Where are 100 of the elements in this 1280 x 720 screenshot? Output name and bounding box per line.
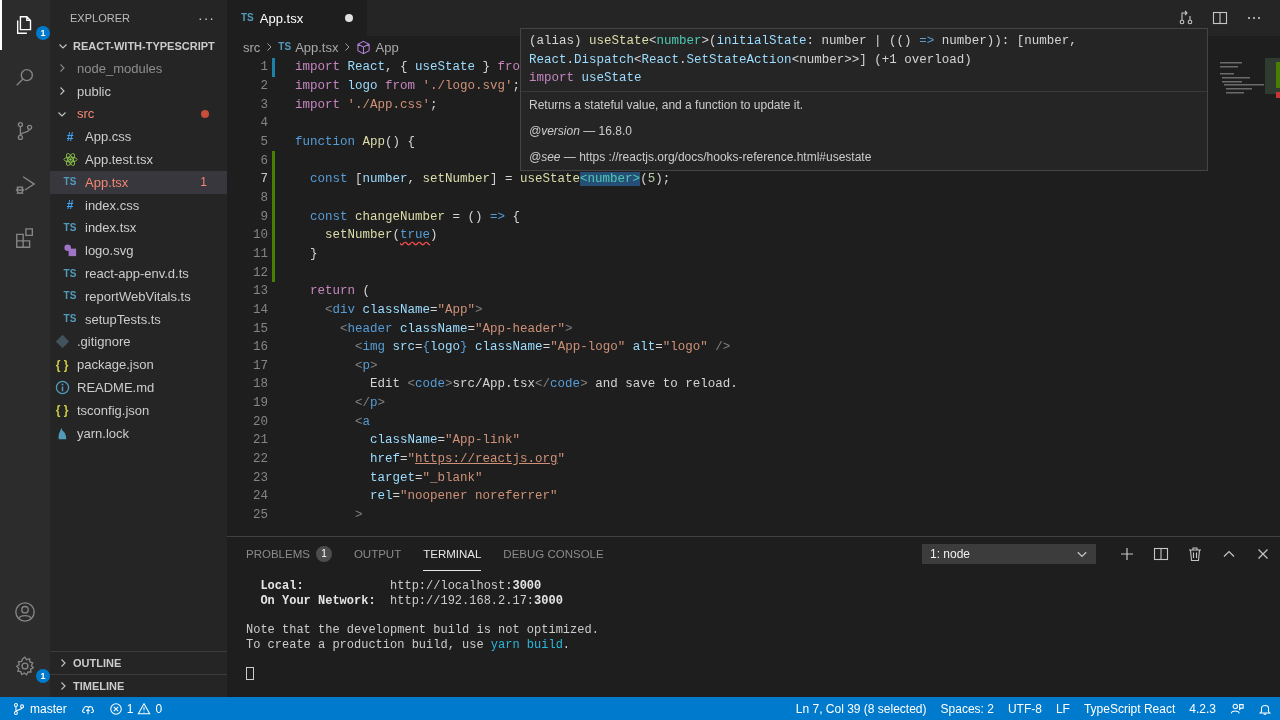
problems-indicator[interactable]: 1 0	[108, 701, 163, 716]
panel-tab[interactable]: DEBUG CONSOLE	[503, 537, 604, 571]
chevron-right-icon	[58, 681, 68, 691]
status-item[interactable]: Ln 7, Col 39 (8 selected)	[795, 701, 927, 716]
line-number: 14	[252, 302, 268, 317]
code-line: href="https://reactjs.org"	[369, 452, 566, 467]
problem-count: 1	[200, 175, 208, 190]
error-dot	[201, 110, 209, 118]
line-number: 8	[259, 190, 268, 205]
file-item[interactable]: yarn.lock	[50, 421, 227, 445]
code-line: const changeNumber = () => {	[309, 209, 521, 224]
status-item[interactable]: LF	[1055, 701, 1070, 716]
settings-icon[interactable]	[14, 655, 36, 677]
line-number: 24	[252, 489, 268, 504]
file-item[interactable]: TS index.tsx	[50, 216, 227, 240]
code-line: <img src={logo} className="App-logo" alt="logo" />	[354, 340, 731, 355]
line-number: 22	[252, 452, 268, 467]
file-item[interactable]: TS App.tsx 1	[50, 171, 227, 194]
search-icon[interactable]	[14, 66, 36, 88]
info-icon	[54, 380, 70, 396]
split-terminal-icon[interactable]	[1153, 546, 1169, 562]
code-line: className="App-link"	[369, 433, 521, 448]
code-line: target="_blank"	[369, 470, 483, 485]
file-item[interactable]: TS reportWebVitals.ts	[50, 284, 227, 308]
line-number: 1	[259, 60, 268, 75]
add-icon[interactable]	[1119, 546, 1135, 562]
branch-indicator[interactable]: master	[12, 701, 67, 716]
json-file-icon: { }	[55, 358, 69, 371]
notification-badge: 1	[36, 26, 50, 40]
ts-file-icon: TS	[63, 291, 77, 302]
ts-file-icon: TS	[63, 177, 77, 188]
line-number: 3	[259, 97, 268, 112]
file-item[interactable]: README.md	[50, 376, 227, 399]
code-line: Edit <code>src/App.tsx</code> and save to reload.	[369, 377, 738, 392]
line-number: 25	[252, 508, 268, 523]
code-line: </p>	[354, 396, 386, 411]
chevron-right-icon	[57, 86, 67, 97]
split-editor-icon[interactable]	[1212, 10, 1228, 26]
file-item[interactable]: .gitignore	[50, 330, 227, 354]
trash-icon[interactable]	[1187, 546, 1203, 562]
file-item[interactable]: TS react-app-env.d.ts	[50, 262, 227, 285]
breadcrumb-item[interactable]: TS App.tsx	[278, 39, 339, 55]
code-line: <header className="App-header">	[339, 321, 573, 336]
status-item[interactable]: TypeScript React	[1083, 701, 1176, 716]
code-line: return (	[309, 284, 371, 299]
line-number: 9	[259, 209, 268, 224]
file-item[interactable]: { } tsconfig.json	[50, 398, 227, 422]
project-folder-item[interactable]: REACT-WITH-TYPESCRIPT	[50, 35, 227, 57]
panel-tab[interactable]: TERMINAL	[423, 537, 482, 571]
chevron-right-icon	[58, 658, 68, 668]
line-number: 4	[259, 116, 268, 131]
file-item[interactable]: App.test.tsx	[50, 148, 227, 171]
terminal-dropdown[interactable]: 1: node	[922, 544, 1096, 564]
unsaved-dot	[345, 14, 354, 22]
file-item[interactable]: # App.css	[50, 125, 227, 149]
chevron-down-icon	[57, 109, 67, 119]
terminal-line: To create a production build, use yarn build.	[246, 637, 572, 653]
blocks-icon[interactable]	[14, 228, 36, 250]
line-number: 13	[252, 284, 268, 299]
notification-badge: 1	[36, 669, 50, 683]
more-actions-button[interactable]: ···	[198, 9, 215, 26]
file-item[interactable]: logo.svg	[50, 239, 227, 263]
play-bug-icon[interactable]	[14, 174, 36, 196]
folder-item[interactable]: node_modules	[50, 57, 227, 80]
feedback-icon[interactable]	[1230, 701, 1244, 716]
terminal-line: Local: http://localhost:3000	[259, 579, 543, 594]
css-file-icon: #	[66, 130, 74, 143]
status-item[interactable]: UTF-8	[1007, 701, 1042, 716]
editor-tab[interactable]: TS App.tsx	[227, 0, 368, 36]
file-item[interactable]: { } package.json	[50, 353, 227, 377]
compare-changes-icon[interactable]	[1178, 10, 1194, 26]
file-item[interactable]: TS setupTests.ts	[50, 307, 227, 331]
folder-item[interactable]: public	[50, 79, 227, 103]
code-line: rel="noopener noreferrer"	[369, 489, 558, 504]
line-number: 12	[252, 265, 268, 280]
file-item[interactable]: # index.css	[50, 193, 227, 217]
code-line: <div className="App">	[324, 302, 483, 317]
line-number: 19	[252, 396, 268, 411]
account-icon[interactable]	[14, 601, 36, 623]
signature-line: import useState	[529, 70, 643, 87]
image-file-icon	[62, 243, 78, 259]
ts-file-icon: TS	[63, 268, 77, 279]
panel-tab[interactable]: OUTPUT	[353, 537, 402, 571]
status-item[interactable]: 4.2.3	[1189, 701, 1216, 716]
code-line: import logo from './logo.svg';	[295, 79, 521, 93]
code-line: import './App.css';	[295, 97, 438, 112]
terminal-cursor	[246, 667, 254, 681]
breadcrumb-item[interactable]: App	[356, 39, 399, 55]
sidebar-title: EXPLORER	[70, 11, 130, 24]
section-header[interactable]: OUTLINE	[50, 651, 227, 674]
status-item[interactable]: Spaces: 2	[940, 701, 994, 716]
breadcrumb-item[interactable]: src	[243, 39, 261, 55]
folder-item[interactable]: src	[50, 102, 227, 126]
panel-tab[interactable]: PROBLEMS 1	[246, 537, 332, 571]
code-line: function App() {	[295, 134, 416, 149]
code-line: import React, { useState } fro	[295, 60, 521, 75]
css-file-icon: #	[66, 199, 74, 212]
ts-file-icon: TS	[63, 314, 77, 325]
line-number: 2	[259, 79, 268, 93]
ts-file-icon: TS	[241, 13, 254, 23]
